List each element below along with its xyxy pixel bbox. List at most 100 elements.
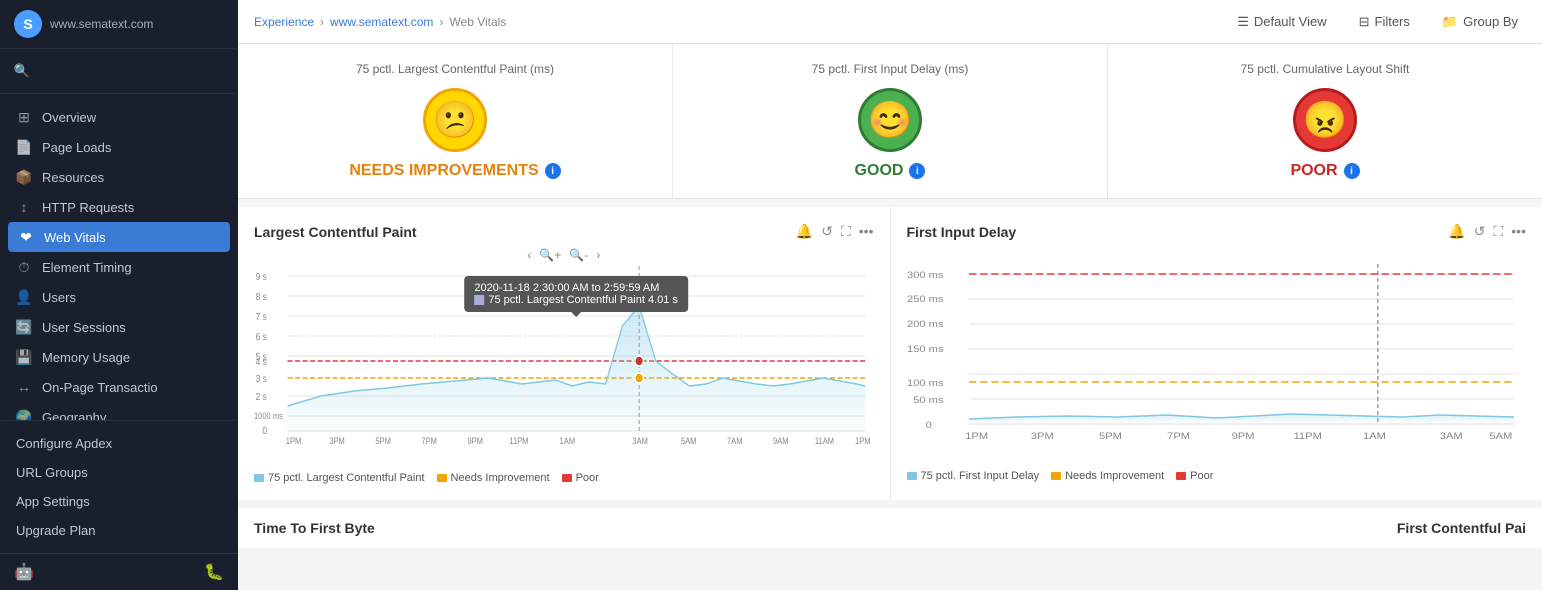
default-view-button[interactable]: ☰ Default View <box>1229 10 1334 34</box>
fid-chart-panel: First Input Delay 🔔 ↺ ⛶ ••• <box>891 207 1542 500</box>
svg-text:7PM: 7PM <box>421 435 437 446</box>
sidebar-item-geography[interactable]: 🌍 Geography <box>0 402 238 420</box>
breadcrumb-experience[interactable]: Experience <box>254 15 314 29</box>
breadcrumb-sematext[interactable]: www.sematext.com <box>330 15 433 29</box>
sidebar-item-user-sessions[interactable]: 🔄 User Sessions <box>0 312 238 342</box>
lcp-chart-header: Largest Contentful Paint 🔔 ↺ ⛶ ••• <box>254 223 874 240</box>
default-view-label: Default View <box>1254 14 1327 29</box>
svg-text:7AM: 7AM <box>727 435 743 446</box>
svg-text:3PM: 3PM <box>329 435 345 446</box>
nav-zoom-out[interactable]: 🔍- <box>569 248 588 262</box>
tooltip-value: 75 pctl. Largest Contentful Paint 4.01 s <box>488 294 678 306</box>
nav-next[interactable]: › <box>596 248 600 262</box>
memory-icon: 💾 <box>16 349 32 365</box>
folder-icon: 📁 <box>1442 14 1458 30</box>
fid-info-icon[interactable]: i <box>909 163 925 179</box>
svg-text:9 s: 9 s <box>256 271 268 282</box>
sidebar-label-resources: Resources <box>42 170 104 185</box>
legend-fid-poor-label: Poor <box>1190 470 1213 482</box>
refresh-icon[interactable]: ↺ <box>821 223 833 240</box>
fid-chart-area: 300 ms 250 ms 200 ms 150 ms 100 ms 50 ms… <box>907 264 1527 464</box>
score-cards-row: 75 pctl. Largest Contentful Paint (ms) 😕… <box>238 44 1542 199</box>
filters-label: Filters <box>1375 14 1410 29</box>
svg-text:3AM: 3AM <box>1439 432 1462 442</box>
search-button[interactable]: 🔍 <box>8 57 36 85</box>
sidebar-label-geography: Geography <box>42 410 106 421</box>
nav-zoom-in[interactable]: 🔍+ <box>539 248 561 262</box>
lcp-chart-title: Largest Contentful Paint <box>254 224 417 240</box>
breadcrumb: Experience › www.sematext.com › Web Vita… <box>254 15 506 29</box>
svg-text:7PM: 7PM <box>1167 432 1190 442</box>
page-loads-icon: 📄 <box>16 139 32 155</box>
sidebar-item-configure-apdex[interactable]: Configure Apdex <box>0 429 238 458</box>
legend-needs-dot <box>437 474 447 482</box>
hamburger-icon: ☰ <box>1237 14 1249 30</box>
sidebar-item-memory-usage[interactable]: 💾 Memory Usage <box>0 342 238 372</box>
svg-text:1AM: 1AM <box>1362 432 1385 442</box>
sidebar-label-user-sessions: User Sessions <box>42 320 126 335</box>
sidebar-item-page-loads[interactable]: 📄 Page Loads <box>0 132 238 162</box>
sidebar-item-element-timing[interactable]: ⏱ Element Timing <box>0 252 238 282</box>
fid-refresh-icon[interactable]: ↺ <box>1474 223 1486 240</box>
filters-button[interactable]: ⊟ Filters <box>1351 10 1418 34</box>
sidebar-label-web-vitals: Web Vitals <box>44 230 106 245</box>
lcp-chart-actions: 🔔 ↺ ⛶ ••• <box>796 223 874 240</box>
filter-icon: ⊟ <box>1359 14 1370 30</box>
more-icon[interactable]: ••• <box>859 223 874 240</box>
legend-needs-label: Needs Improvement <box>451 472 550 484</box>
fid-emoji: 😊 <box>858 88 922 152</box>
sidebar-item-resources[interactable]: 📦 Resources <box>0 162 238 192</box>
fid-bell-icon[interactable]: 🔔 <box>1448 223 1465 240</box>
bell-icon[interactable]: 🔔 <box>796 223 813 240</box>
cls-info-icon[interactable]: i <box>1344 163 1360 179</box>
sidebar-logo: S www.sematext.com <box>0 0 238 49</box>
legend-fid-poor: Poor <box>1176 470 1213 482</box>
legend-poor-lcp: Poor <box>562 472 599 484</box>
svg-text:150 ms: 150 ms <box>907 345 944 355</box>
sidebar-item-users[interactable]: 👤 Users <box>0 282 238 312</box>
breadcrumb-sep2: › <box>439 15 443 29</box>
sidebar-item-overview[interactable]: ⊞ Overview <box>0 102 238 132</box>
sidebar-item-url-groups[interactable]: URL Groups <box>0 458 238 487</box>
sidebar-item-http-requests[interactable]: ↕ HTTP Requests <box>0 192 238 222</box>
svg-text:200 ms: 200 ms <box>907 320 944 330</box>
expand-icon[interactable]: ⛶ <box>841 223 851 240</box>
lcp-chart-nav: ‹ 🔍+ 🔍- › <box>254 248 874 262</box>
logo-text: www.sematext.com <box>50 17 153 31</box>
svg-text:3AM: 3AM <box>632 435 648 446</box>
svg-text:1000 ms: 1000 ms <box>254 410 283 421</box>
sidebar-nav: ⊞ Overview 📄 Page Loads 📦 Resources ↕ HT… <box>0 94 238 420</box>
sidebar-icon-bug[interactable]: 🐛 <box>204 562 224 582</box>
svg-text:250 ms: 250 ms <box>907 295 944 305</box>
legend-needs: Needs Improvement <box>437 472 550 484</box>
group-by-label: Group By <box>1463 14 1518 29</box>
svg-text:3PM: 3PM <box>1030 432 1053 442</box>
sidebar-label-page-loads: Page Loads <box>42 140 111 155</box>
geography-icon: 🌍 <box>16 409 32 420</box>
logo-icon: S <box>14 10 42 38</box>
sidebar-item-web-vitals[interactable]: ❤ Web Vitals <box>8 222 230 252</box>
lcp-tooltip: 2020-11-18 2:30:00 AM to 2:59:59 AM 75 p… <box>464 276 688 312</box>
sidebar-icon-robot[interactable]: 🤖 <box>14 562 34 582</box>
overview-icon: ⊞ <box>16 109 32 125</box>
fid-more-icon[interactable]: ••• <box>1511 223 1526 240</box>
upgrade-plan-label: Upgrade Plan <box>16 523 96 538</box>
nav-prev[interactable]: ‹ <box>527 248 531 262</box>
user-sessions-icon: 🔄 <box>16 319 32 335</box>
lcp-info-icon[interactable]: i <box>545 163 561 179</box>
fid-expand-icon[interactable]: ⛶ <box>1493 223 1503 240</box>
legend-fid-needs-label: Needs Improvement <box>1065 470 1164 482</box>
sidebar-item-on-page-transactions[interactable]: ↔ On-Page Transactio <box>0 372 238 402</box>
sidebar-item-upgrade-plan[interactable]: Upgrade Plan <box>0 516 238 545</box>
http-icon: ↕ <box>16 199 32 215</box>
group-by-button[interactable]: 📁 Group By <box>1434 10 1526 34</box>
sidebar-item-app-settings[interactable]: App Settings <box>0 487 238 516</box>
content-area: 75 pctl. Largest Contentful Paint (ms) 😕… <box>238 44 1542 590</box>
sidebar-label-memory: Memory Usage <box>42 350 130 365</box>
svg-text:1PM: 1PM <box>286 435 302 446</box>
sidebar-label-element-timing: Element Timing <box>42 260 132 275</box>
svg-text:8 s: 8 s <box>256 291 268 302</box>
breadcrumb-sep1: › <box>320 15 324 29</box>
sidebar-label-overview: Overview <box>42 110 96 125</box>
svg-text:1AM: 1AM <box>560 435 576 446</box>
